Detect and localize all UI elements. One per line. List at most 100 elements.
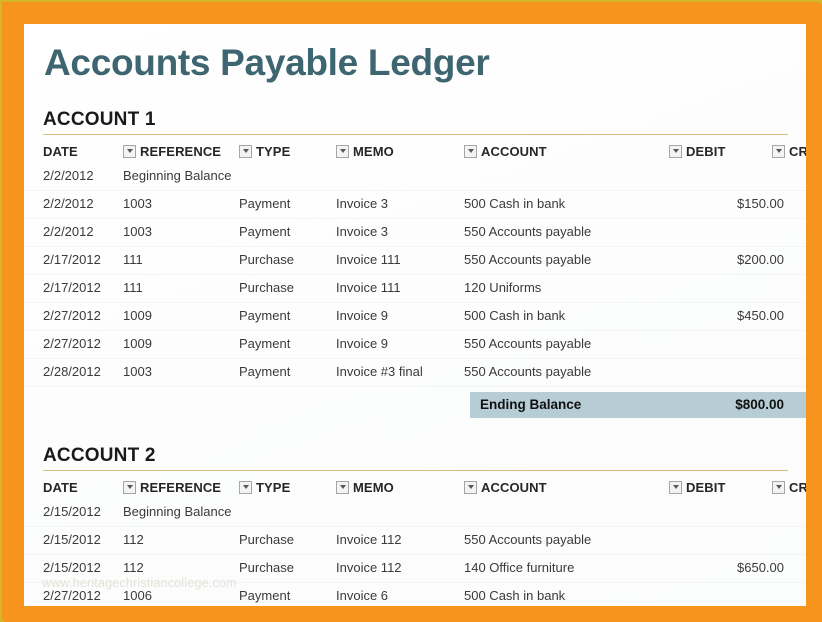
table-row[interactable]: 2/17/2012 111 Purchase Invoice 111 550 Accou… — [24, 246, 806, 275]
column-header-label: ACCOUNT — [481, 479, 547, 495]
cell-type: Payment — [239, 308, 291, 323]
cell-type: Payment — [239, 224, 291, 239]
cell-reference: 112 — [123, 532, 144, 547]
chevron-down-icon — [126, 149, 133, 153]
chevron-down-icon — [126, 485, 133, 489]
cell-date: 2/2/2012 — [43, 224, 94, 239]
cell-date: 2/28/2012 — [43, 364, 101, 379]
table-row[interactable]: 2/2/2012 1003 Payment Invoice 3 550 Accounts… — [24, 218, 806, 247]
cell-account: 120 Uniforms — [464, 280, 542, 295]
column-header-label: DATE — [43, 143, 78, 159]
table-row[interactable]: 2/17/2012 111 Purchase Invoice 111 120 Unifo… — [24, 274, 806, 303]
cell-memo: Invoice 111 — [336, 280, 401, 295]
filter-dropdown-icon-reference[interactable] — [123, 144, 136, 158]
table-row[interactable]: 2/28/2012 1003 Payment Invoice #3 final 550 … — [24, 358, 806, 387]
cell-account: 500 Cash in bank — [464, 196, 566, 211]
chevron-down-icon — [672, 149, 679, 153]
cell-type: Payment — [239, 196, 291, 211]
filter-dropdown-icon-reference[interactable] — [123, 480, 136, 494]
column-header-label: REFERENCE — [140, 479, 222, 495]
table-row[interactable]: 2/15/2012 112 Purchase Invoice 112 550 Accou… — [24, 526, 806, 555]
page-title: Accounts Payable Ledger — [44, 42, 490, 83]
cell-debit: $450.00 — [737, 308, 784, 323]
filter-dropdown-icon-debit[interactable] — [669, 480, 682, 494]
chevron-down-icon — [775, 149, 782, 153]
chevron-down-icon — [467, 149, 474, 153]
cell-memo: Invoice 3 — [336, 196, 389, 211]
filter-dropdown-icon-type[interactable] — [239, 480, 252, 494]
cell-account: 550 Accounts payable — [464, 224, 592, 239]
cell-debit: $650.00 — [737, 560, 784, 575]
column-header-debit: DEBIT — [669, 476, 726, 498]
section-rule — [43, 134, 788, 135]
chevron-down-icon — [339, 485, 346, 489]
cell-reference: 1009 — [123, 308, 152, 323]
filter-dropdown-icon-debit[interactable] — [669, 144, 682, 158]
cell-reference: 1009 — [123, 336, 152, 351]
cell-reference: 1003 — [123, 196, 152, 211]
filter-dropdown-icon-memo[interactable] — [336, 144, 349, 158]
column-header-memo: MEMO — [336, 476, 394, 498]
column-header-label: REFERENCE — [140, 143, 222, 159]
cell-memo: Invoice 3 — [336, 224, 389, 239]
cell-memo: Invoice 9 — [336, 308, 389, 323]
cell-reference: 111 — [123, 252, 143, 267]
column-header-label: TYPE — [256, 143, 291, 159]
filter-dropdown-icon-credit[interactable] — [772, 144, 785, 158]
column-header-debit: DEBIT — [669, 140, 726, 162]
cell-account: 550 Accounts payable — [464, 364, 592, 379]
table-row[interactable]: 2/2/2012 1003 Payment Invoice 3 500 Cash in … — [24, 190, 806, 219]
filter-dropdown-icon-memo[interactable] — [336, 480, 349, 494]
cell-date: 2/17/2012 — [43, 252, 101, 267]
chevron-down-icon — [242, 485, 249, 489]
spreadsheet-page: Accounts Payable Ledger ACCOUNT 1 DATE REF… — [24, 24, 806, 606]
chevron-down-icon — [242, 149, 249, 153]
cell-reference: Beginning Balance — [123, 504, 232, 519]
section-heading-1: ACCOUNT 1 — [43, 109, 156, 130]
cell-account: 550 Accounts payable — [464, 532, 592, 547]
table-header-row: DATE REFERENCE TYPE MEMO ACCOUNT DEBIT CREDI — [24, 476, 806, 498]
column-header-reference: REFERENCE — [123, 476, 221, 498]
column-header-account: ACCOUNT — [464, 140, 547, 162]
cell-reference: Beginning Balance — [123, 168, 232, 183]
cell-account: 500 Cash in bank — [464, 308, 566, 323]
filter-dropdown-icon-type[interactable] — [239, 144, 252, 158]
cell-memo: Invoice 9 — [336, 336, 389, 351]
cell-date: 2/17/2012 — [43, 280, 101, 295]
cell-memo: Invoice 111 — [336, 252, 401, 267]
table-row[interactable]: 2/2/2012 Beginning Balance — [24, 162, 806, 191]
filter-dropdown-icon-credit[interactable] — [772, 480, 785, 494]
column-header-type: TYPE — [239, 476, 290, 498]
cell-type: Purchase — [239, 252, 294, 267]
column-header-memo: MEMO — [336, 140, 394, 162]
cell-memo: Invoice 6 — [336, 588, 389, 603]
cell-reference: 1003 — [123, 224, 152, 239]
chevron-down-icon — [339, 149, 346, 153]
column-header-credit: CREDI — [772, 476, 806, 498]
table-row[interactable]: 2/27/2012 1009 Payment Invoice 9 500 Cash in… — [24, 302, 806, 331]
cell-memo: Invoice #3 final — [336, 364, 423, 379]
cell-type: Purchase — [239, 280, 294, 295]
cell-memo: Invoice 112 — [336, 532, 402, 547]
column-header-label: DATE — [43, 479, 78, 495]
column-header-credit: CREDI — [772, 140, 806, 162]
column-header-label: MEMO — [353, 479, 394, 495]
cell-type: Payment — [239, 588, 291, 603]
ending-balance-value: $800.00 — [735, 397, 784, 412]
site-watermark: www.heritagechristiancollege.com — [42, 576, 237, 590]
cell-debit: $200.00 — [737, 252, 784, 267]
filter-dropdown-icon-account[interactable] — [464, 144, 477, 158]
cell-type: Payment — [239, 336, 291, 351]
cell-type: Payment — [239, 364, 291, 379]
chevron-down-icon — [672, 485, 679, 489]
column-header-label: CREDI — [789, 479, 806, 495]
cell-reference: 111 — [123, 280, 143, 295]
cell-account: 550 Accounts payable — [464, 252, 592, 267]
cell-type: Purchase — [239, 560, 294, 575]
table-row[interactable]: 2/27/2012 1009 Payment Invoice 9 550 Account… — [24, 330, 806, 359]
orange-border-band: Accounts Payable Ledger ACCOUNT 1 DATE REF… — [4, 4, 822, 622]
table-row[interactable]: 2/15/2012 Beginning Balance — [24, 498, 806, 527]
column-header-reference: REFERENCE — [123, 140, 221, 162]
cell-type: Purchase — [239, 532, 294, 547]
filter-dropdown-icon-account[interactable] — [464, 480, 477, 494]
